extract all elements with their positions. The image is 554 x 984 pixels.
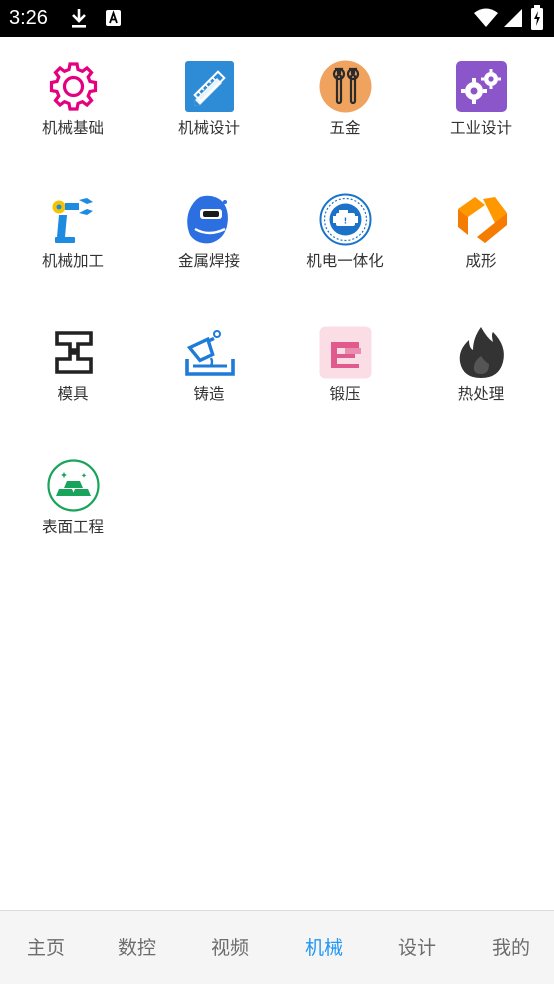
category-tile-casting[interactable]: 铸造 <box>140 303 278 436</box>
svg-text:!: ! <box>344 217 348 226</box>
casting-icon <box>183 326 236 379</box>
category-label: 机械基础 <box>41 119 104 137</box>
category-tile-mechatronics[interactable]: ! 机电一体化 <box>276 170 414 303</box>
a-badge-icon <box>105 9 122 31</box>
download-icon <box>69 7 89 33</box>
category-tile-machining[interactable]: 机械加工 <box>4 170 142 303</box>
bottom-tab-bar: 主页 数控 视频 机械 设计 我的 <box>0 910 554 984</box>
category-tile-mechanical-design[interactable]: 机械设计 <box>140 37 278 170</box>
category-label: 表面工程 <box>41 518 104 536</box>
battery-charging-icon <box>530 5 544 35</box>
flame-icon <box>455 326 508 379</box>
tab-home[interactable]: 主页 <box>0 911 92 984</box>
gold-bars-icon <box>47 459 100 512</box>
category-tile-heat-treatment[interactable]: 热处理 <box>412 303 550 436</box>
status-bar: 3:26 <box>0 0 554 37</box>
category-tile-industrial-design[interactable]: 工业设计 <box>412 37 550 170</box>
tab-cnc[interactable]: 数控 <box>91 911 183 984</box>
status-time: 3:26 <box>9 7 48 29</box>
gear-icon <box>47 60 100 113</box>
signal-icon <box>503 8 523 32</box>
category-label: 机械设计 <box>177 119 240 137</box>
category-label: 锻压 <box>329 385 361 403</box>
category-label: 机电一体化 <box>306 252 384 270</box>
category-tile-forming[interactable]: 成形 <box>412 170 550 303</box>
category-label: 金属焊接 <box>177 252 240 270</box>
gears-icon <box>455 60 508 113</box>
category-label: 模具 <box>57 385 89 403</box>
fold-shape-icon <box>455 193 508 246</box>
category-label: 工业设计 <box>449 119 512 137</box>
tab-video[interactable]: 视频 <box>184 911 276 984</box>
category-tile-mechanical-basics[interactable]: 机械基础 <box>4 37 142 170</box>
engine-badge-icon: ! <box>319 193 372 246</box>
category-tile-hardware[interactable]: 五金 <box>276 37 414 170</box>
tab-mine[interactable]: 我的 <box>465 911 554 984</box>
category-tile-metal-welding[interactable]: 金属焊接 <box>140 170 278 303</box>
mold-icon <box>47 326 100 379</box>
category-tile-forging[interactable]: 锻压 <box>276 303 414 436</box>
tab-design[interactable]: 设计 <box>371 911 463 984</box>
category-label: 机械加工 <box>41 252 104 270</box>
wrench-icon <box>319 60 372 113</box>
category-label: 成形 <box>465 252 497 270</box>
robot-arm-icon <box>47 193 100 246</box>
category-label: 热处理 <box>457 385 505 403</box>
category-label: 五金 <box>329 119 361 137</box>
category-tile-mold[interactable]: 模具 <box>4 303 142 436</box>
category-tile-surface-engineering[interactable]: 表面工程 <box>4 436 142 569</box>
ruler-pencil-icon <box>183 60 236 113</box>
category-label: 铸造 <box>193 385 225 403</box>
forging-press-icon <box>319 326 372 379</box>
wifi-icon <box>474 8 498 32</box>
tab-mechanical[interactable]: 机械 <box>278 911 370 984</box>
welding-mask-icon <box>183 193 236 246</box>
